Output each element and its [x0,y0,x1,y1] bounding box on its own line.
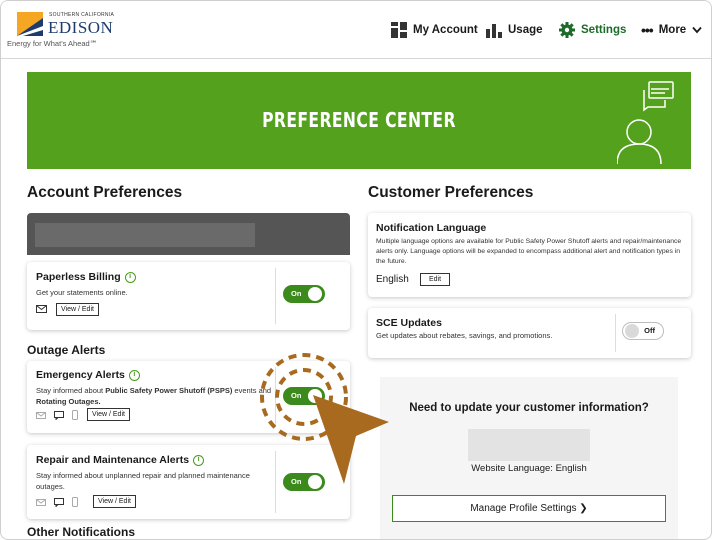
info-icon[interactable]: i [128,369,140,381]
info-icon[interactable]: i [124,271,136,283]
notification-language-card: Notification Language Multiple language … [368,213,691,297]
repair-maintenance-description: Stay informed about unplanned repair and… [36,471,250,491]
description-text: Stay informed about [36,386,106,395]
toggle-knob [625,324,639,338]
nav-my-account-label: My Account [413,24,478,36]
notification-language-title: Notification Language [376,222,487,234]
paperless-billing-title: Paperless Billing i [36,271,136,283]
chevron-down-icon [692,26,702,34]
notification-language-value: English [376,274,409,285]
bar-chart-icon [486,24,502,38]
emergency-alerts-description: Stay informed about Public Safety Power … [36,386,276,407]
card-divider [275,268,276,324]
paperless-billing-title-text: Paperless Billing [36,271,121,283]
customer-info-redacted [468,429,590,461]
update-customer-info-panel: Need to update your customer information… [380,377,678,539]
language-edit-button[interactable]: Edit [420,273,451,286]
card-divider [615,314,616,352]
toggle-knob [308,287,322,301]
outage-alerts-heading: Outage Alerts [27,343,106,357]
toggle-label: On [291,289,302,298]
nav-settings-label: Settings [581,24,627,36]
top-navigation-bar: SOUTHERN CALIFORNIA EDISON Energy for Wh… [1,1,711,59]
repair-view-edit-button[interactable]: View / Edit [93,495,136,508]
app-frame: SOUTHERN CALIFORNIA EDISON Energy for Wh… [0,0,712,540]
phone-icon [72,410,78,420]
toggle-label: Off [644,326,655,335]
channel-icons [36,497,78,507]
paperless-billing-card: Paperless Billing i Get your statements … [27,262,350,330]
customer-preferences-heading: Customer Preferences [368,184,534,201]
paperless-billing-description: Get your statements online. [36,288,128,297]
edison-logo[interactable]: SOUTHERN CALIFORNIA EDISON Energy for Wh… [7,10,137,50]
preference-center-banner: PREFERENCE CENTER [27,72,691,169]
edison-logo-mark-icon [17,12,43,36]
sce-updates-title: SCE Updates [376,317,442,329]
sce-updates-card: SCE Updates Get updates about rebates, s… [368,308,691,358]
notification-language-description: Multiple language options are available … [376,238,682,265]
nav-more[interactable]: ••• More [641,1,702,59]
logo-tagline: Energy for What's Ahead℠ [7,39,98,48]
nav-usage[interactable]: Usage [486,1,543,59]
nav-settings[interactable]: Settings [559,1,626,59]
repair-maintenance-title: Repair and Maintenance Alerts i [36,454,205,466]
logo-name: EDISON [48,18,114,37]
account-selector-placeholder [27,213,350,255]
paperless-view-edit-button[interactable]: View / Edit [56,303,99,316]
account-grid-icon [391,22,407,38]
rotating-outages-bold-text: Rotating Outages. [36,396,101,406]
manage-profile-settings-button[interactable]: Manage Profile Settings ❯ [392,495,666,522]
sce-updates-toggle[interactable]: Off [622,322,664,340]
website-language-text: Website Language: English [471,463,587,474]
account-preferences-heading: Account Preferences [27,184,183,201]
mail-icon [36,411,46,419]
banner-title: PREFERENCE CENTER [262,108,456,132]
mail-icon [36,305,47,313]
nav-my-account[interactable]: My Account [391,1,478,59]
paperless-billing-toggle[interactable]: On [283,285,325,303]
mail-icon [36,498,46,506]
nav-more-label: More [658,24,687,36]
ellipsis-icon: ••• [641,22,654,38]
channel-icons [36,410,78,420]
emergency-view-edit-button[interactable]: View / Edit [87,408,130,421]
psps-bold-text: Public Safety Power Shutoff (PSPS) [105,386,233,395]
repair-maintenance-title-text: Repair and Maintenance Alerts [36,454,190,466]
account-info-redacted [35,223,255,247]
sce-updates-description: Get updates about rebates, savings, and … [376,331,553,340]
chat-icon [54,497,64,507]
info-icon[interactable]: i [193,454,205,466]
other-notifications-heading: Other Notifications [27,525,136,539]
emergency-alerts-title-text: Emergency Alerts [36,369,125,381]
nav-usage-label: Usage [508,24,543,36]
click-indicator-icon [260,353,389,484]
person-chat-icon [617,81,674,164]
chat-icon [54,410,64,420]
phone-icon [72,497,78,507]
emergency-alerts-title: Emergency Alerts i [36,369,140,381]
gear-icon [559,22,575,38]
update-info-heading: Need to update your customer information… [409,402,649,414]
